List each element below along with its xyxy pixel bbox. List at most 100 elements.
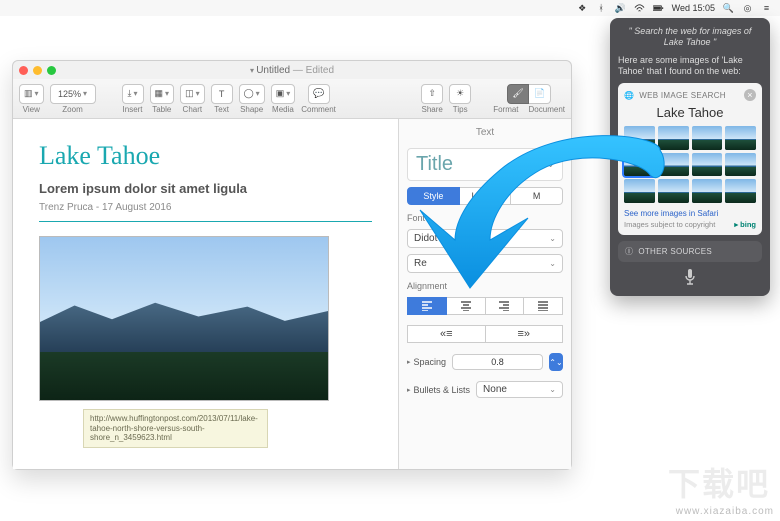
font-style-select[interactable]: Re⌄	[407, 254, 563, 273]
result-thumb[interactable]	[692, 126, 723, 150]
outdent-button[interactable]: «≡	[407, 325, 486, 343]
align-right-button[interactable]	[486, 297, 525, 315]
result-thumb[interactable]	[725, 153, 756, 177]
align-left-button[interactable]	[407, 297, 447, 315]
share-label: Share	[422, 105, 443, 114]
share-button[interactable]: ⇧	[421, 84, 443, 104]
window-title: ▾ Untitled — Edited	[13, 65, 571, 76]
chart-icon: ◫	[185, 88, 194, 99]
subtab-layout[interactable]: Layout	[460, 187, 512, 205]
document-page[interactable]: Lake Tahoe Lorem ipsum dolor sit amet li…	[13, 119, 398, 469]
shape-icon: ◯	[244, 88, 254, 99]
close-window-button[interactable]	[19, 66, 28, 75]
font-family-select[interactable]: Didot⌄	[407, 229, 563, 248]
dropbox-icon[interactable]: ❖	[577, 3, 588, 14]
chevron-down-icon: ⌄	[547, 160, 554, 169]
wifi-icon[interactable]	[634, 3, 645, 14]
bluetooth-icon[interactable]: ᚼ	[596, 3, 607, 14]
table-icon: ▦	[155, 88, 164, 99]
disclosure-triangle-icon[interactable]: ▸	[407, 386, 411, 394]
disclosure-triangle-icon[interactable]: ▸	[407, 358, 411, 366]
result-thumb[interactable]	[658, 126, 689, 150]
subtab-style[interactable]: Style	[407, 187, 460, 205]
bing-logo: ▸ bing	[734, 220, 756, 229]
alignment-section-label: Alignment	[407, 281, 563, 291]
result-thumb[interactable]	[624, 126, 655, 150]
result-thumb[interactable]	[624, 179, 655, 203]
pages-toolbar: ▥▾ View 125% ▾ Zoom ⤓▾ Insert ▦▾ Table ◫…	[13, 79, 571, 119]
align-justify-button[interactable]	[524, 297, 563, 315]
pages-window: ▾ Untitled — Edited ▥▾ View 125% ▾ Zoom …	[12, 60, 572, 470]
comment-icon: 💬	[313, 88, 324, 99]
minimize-window-button[interactable]	[33, 66, 42, 75]
fullscreen-window-button[interactable]	[47, 66, 56, 75]
spacing-label: Spacing	[414, 357, 447, 367]
notification-center-icon[interactable]: ≡	[761, 3, 772, 14]
chart-label: Chart	[183, 105, 203, 114]
menubar-clock[interactable]: Wed 15:05	[672, 3, 715, 13]
bullets-label: Bullets & Lists	[414, 385, 471, 395]
result-thumb[interactable]	[658, 153, 689, 177]
volume-icon[interactable]: 🔊	[615, 3, 626, 14]
zoom-select[interactable]: 125% ▾	[50, 84, 96, 104]
close-card-button[interactable]: ×	[744, 89, 756, 101]
doc-byline[interactable]: Trenz Pruca - 17 August 2016	[39, 202, 372, 213]
comment-label: Comment	[301, 105, 336, 114]
format-icon: 🖌	[512, 88, 523, 99]
indent-button[interactable]: ≡»	[486, 325, 564, 343]
result-thumb[interactable]	[658, 179, 689, 203]
siri-response-text: Here are some images of 'Lake Tahoe' tha…	[618, 55, 762, 78]
see-more-link[interactable]: See more images in Safari	[624, 209, 756, 218]
doc-image[interactable]	[39, 236, 329, 401]
tips-label: Tips	[453, 105, 468, 114]
align-center-button[interactable]	[447, 297, 486, 315]
document-icon: 📄	[534, 88, 545, 99]
document-proxy-icon[interactable]: ▾	[250, 66, 256, 75]
comment-button[interactable]: 💬	[308, 84, 330, 104]
format-button[interactable]: 🖌	[507, 84, 529, 104]
paragraph-style-select[interactable]: Title⌄	[407, 148, 563, 181]
view-button[interactable]: ▥▾	[19, 84, 44, 104]
siri-web-image-card: 🌐 WEB IMAGE SEARCH × Lake Tahoe See more…	[618, 83, 762, 235]
inspector-subtabs: Style Layout M	[407, 187, 563, 205]
table-label: Table	[152, 105, 171, 114]
siri-results-panel: " Search the web for images of Lake Taho…	[610, 18, 770, 296]
siri-menubar-icon[interactable]: ◎	[742, 3, 753, 14]
result-thumb[interactable]	[692, 179, 723, 203]
insert-button[interactable]: ⤓▾	[122, 84, 144, 104]
battery-icon[interactable]	[653, 3, 664, 14]
bullets-select[interactable]: None⌄	[476, 381, 563, 398]
spotlight-icon[interactable]: 🔍	[723, 3, 734, 14]
inspector-tab-text[interactable]: Text	[407, 127, 563, 138]
media-label: Media	[272, 105, 294, 114]
result-thumb[interactable]	[692, 153, 723, 177]
result-thumb[interactable]	[725, 126, 756, 150]
table-button[interactable]: ▦▾	[150, 84, 175, 104]
copyright-note: Images subject to copyright	[624, 220, 715, 229]
mac-menubar: ❖ ᚼ 🔊 Wed 15:05 🔍 ◎ ≡	[0, 0, 780, 16]
other-sources-section[interactable]: ⓘ OTHER SOURCES	[618, 241, 762, 262]
doc-rule	[39, 221, 372, 222]
spacing-value-field[interactable]: 0.8	[452, 354, 543, 370]
text-icon: T	[219, 89, 225, 99]
spacing-stepper[interactable]: ⌃⌄	[549, 353, 563, 371]
result-thumb[interactable]	[725, 179, 756, 203]
text-button[interactable]: T	[211, 84, 233, 104]
view-icon: ▥	[24, 88, 33, 99]
media-icon: ▣	[276, 88, 285, 99]
subtab-more[interactable]: M	[511, 187, 563, 205]
window-titlebar[interactable]: ▾ Untitled — Edited	[13, 61, 571, 79]
globe-icon: 🌐	[624, 91, 634, 100]
tips-button[interactable]: ☀	[449, 84, 471, 104]
result-thumb-selected[interactable]	[624, 153, 655, 177]
document-label: Document	[529, 105, 565, 114]
siri-mic-button[interactable]	[618, 268, 762, 288]
media-button[interactable]: ▣▾	[271, 84, 296, 104]
document-button[interactable]: 📄	[529, 84, 551, 104]
image-source-tooltip: http://www.huffingtonpost.com/2013/07/11…	[83, 409, 268, 448]
zoom-label: Zoom	[62, 105, 82, 114]
shape-button[interactable]: ◯▾	[239, 84, 265, 104]
chart-button[interactable]: ◫▾	[180, 84, 205, 104]
doc-heading[interactable]: Lake Tahoe	[39, 141, 372, 171]
doc-subheading[interactable]: Lorem ipsum dolor sit amet ligula	[39, 181, 372, 196]
